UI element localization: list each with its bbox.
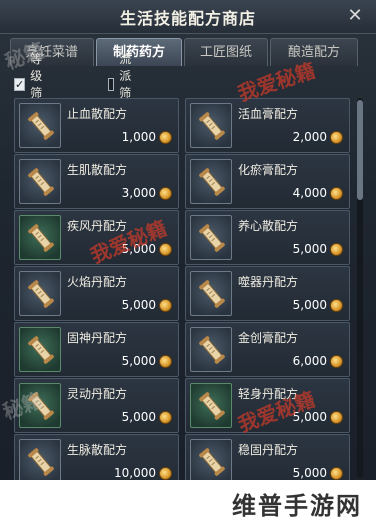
- recipe-card[interactable]: 养心散配方 5,000: [185, 210, 350, 265]
- recipe-name: 噬器丹配方: [238, 275, 299, 289]
- school-filter[interactable]: 流派筛选: [108, 52, 138, 117]
- recipe-name: 轻身丹配方: [238, 387, 299, 401]
- coin-icon: [159, 187, 172, 200]
- tab-bar: 烹饪菜谱 制药药方 工匠图纸 酿造配方: [10, 38, 366, 66]
- coin-icon: [159, 299, 172, 312]
- coin-icon: [159, 131, 172, 144]
- recipe-card[interactable]: 灵动丹配方 5,000: [14, 378, 179, 433]
- site-footer: 维普手游网: [0, 480, 376, 522]
- tab-cooking[interactable]: 烹饪菜谱: [10, 38, 94, 66]
- close-icon[interactable]: ✕: [344, 5, 366, 27]
- recipe-price: 5,000: [121, 242, 156, 256]
- scroll-icon: [19, 439, 61, 480]
- scroll-icon: [190, 439, 232, 480]
- tab-brewing[interactable]: 酿造配方: [270, 38, 358, 66]
- recipe-name: 稳固丹配方: [238, 443, 299, 457]
- title-bar: 生活技能配方商店 ✕: [0, 0, 376, 34]
- coin-icon: [330, 411, 343, 424]
- recipe-price: 10,000: [114, 466, 156, 480]
- recipe-price: 5,000: [292, 242, 327, 256]
- coin-icon: [159, 467, 172, 480]
- recipe-name: 灵动丹配方: [67, 387, 128, 401]
- recipe-price: 5,000: [292, 410, 327, 424]
- tab-craftsman[interactable]: 工匠图纸: [184, 38, 268, 66]
- recipe-name: 养心散配方: [238, 219, 299, 233]
- recipe-name: 止血散配方: [67, 107, 128, 121]
- recipe-price: 5,000: [292, 466, 327, 480]
- recipe-grid: 止血散配方 1,000 活血膏配方 2,000 生肌散配方 3,000 化瘀膏配方 4,000…: [14, 98, 354, 480]
- recipe-card[interactable]: 稳固丹配方 5,000: [185, 434, 350, 480]
- recipe-name: 疾风丹配方: [67, 219, 128, 233]
- recipe-card[interactable]: 金创膏配方 6,000: [185, 322, 350, 377]
- scrollbar-thumb[interactable]: [357, 100, 363, 200]
- recipe-name: 生脉散配方: [67, 443, 128, 457]
- coin-icon: [330, 187, 343, 200]
- recipe-price: 4,000: [292, 186, 327, 200]
- scroll-icon: [19, 215, 61, 260]
- recipe-name: 火焰丹配方: [67, 275, 128, 289]
- scroll-icon: [19, 383, 61, 428]
- level-filter-checkbox[interactable]: ✓: [14, 77, 26, 91]
- recipe-card[interactable]: 生肌散配方 3,000: [14, 154, 179, 209]
- window-title: 生活技能配方商店: [119, 9, 256, 28]
- coin-icon: [330, 131, 343, 144]
- recipe-name: 生肌散配方: [67, 163, 128, 177]
- recipe-name: 固神丹配方: [67, 331, 128, 345]
- scroll-icon: [190, 383, 232, 428]
- scroll-icon: [190, 327, 232, 372]
- recipe-card[interactable]: 止血散配方 1,000: [14, 98, 179, 153]
- scroll-icon: [190, 271, 232, 316]
- recipe-card[interactable]: 化瘀膏配方 4,000: [185, 154, 350, 209]
- scroll-icon: [19, 159, 61, 204]
- recipe-card[interactable]: 活血膏配方 2,000: [185, 98, 350, 153]
- recipe-name: 活血膏配方: [238, 107, 299, 121]
- recipe-price: 5,000: [121, 410, 156, 424]
- level-filter[interactable]: ✓ 等级筛选: [14, 52, 44, 117]
- scroll-icon: [190, 103, 232, 148]
- coin-icon: [330, 467, 343, 480]
- scroll-icon: [190, 215, 232, 260]
- coin-icon: [159, 243, 172, 256]
- footer-site-name: 维普手游网: [232, 492, 362, 520]
- shop-window: 生活技能配方商店 ✕ 烹饪菜谱 制药药方 工匠图纸 酿造配方 ✓ 等级筛选 流派…: [0, 0, 376, 480]
- recipe-price: 1,000: [121, 130, 156, 144]
- scroll-icon: [19, 103, 61, 148]
- scroll-icon: [19, 327, 61, 372]
- recipe-card[interactable]: 轻身丹配方 5,000: [185, 378, 350, 433]
- scroll-icon: [19, 271, 61, 316]
- recipe-price: 6,000: [292, 354, 327, 368]
- recipe-card[interactable]: 生脉散配方 10,000: [14, 434, 179, 480]
- recipe-name: 金创膏配方: [238, 331, 299, 345]
- recipe-card[interactable]: 固神丹配方 5,000: [14, 322, 179, 377]
- recipe-price: 3,000: [121, 186, 156, 200]
- coin-icon: [159, 411, 172, 424]
- coin-icon: [159, 355, 172, 368]
- recipe-price: 2,000: [292, 130, 327, 144]
- school-filter-checkbox[interactable]: [108, 77, 115, 91]
- tab-medicine[interactable]: 制药药方: [96, 38, 182, 66]
- coin-icon: [330, 299, 343, 312]
- scroll-icon: [190, 159, 232, 204]
- recipe-price: 5,000: [292, 298, 327, 312]
- coin-icon: [330, 243, 343, 256]
- recipe-name: 化瘀膏配方: [238, 163, 299, 177]
- recipe-price: 5,000: [121, 298, 156, 312]
- recipe-price: 5,000: [121, 354, 156, 368]
- coin-icon: [330, 355, 343, 368]
- recipe-card[interactable]: 火焰丹配方 5,000: [14, 266, 179, 321]
- recipe-card[interactable]: 噬器丹配方 5,000: [185, 266, 350, 321]
- recipe-card[interactable]: 疾风丹配方 5,000: [14, 210, 179, 265]
